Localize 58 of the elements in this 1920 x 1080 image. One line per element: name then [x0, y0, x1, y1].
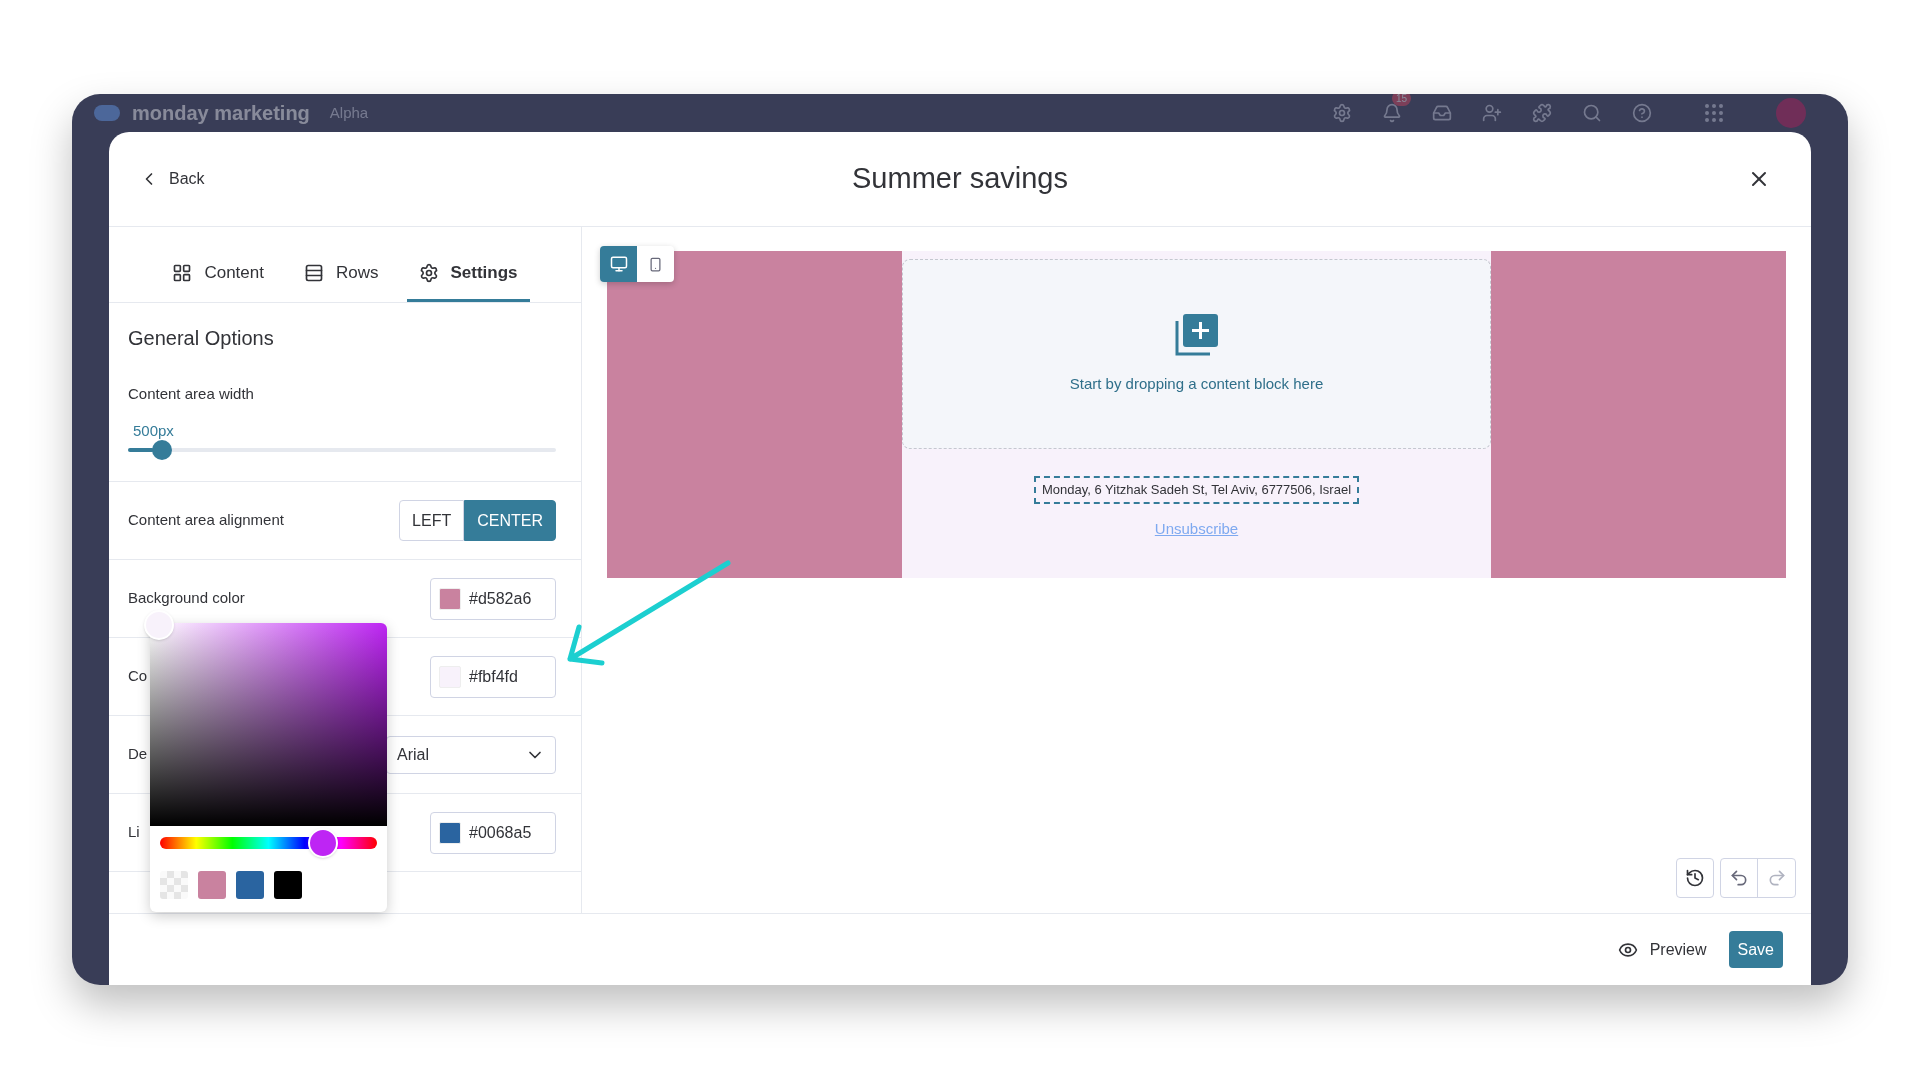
brand-name: monday marketing: [132, 101, 310, 126]
drop-hint: Start by dropping a content block here: [1069, 373, 1324, 394]
settings-icon: [418, 263, 439, 283]
setting-label: De: [128, 744, 148, 765]
preview-button[interactable]: Preview: [1613, 937, 1711, 962]
monitor-icon: [609, 255, 628, 273]
setting-label: Li: [128, 822, 140, 843]
color-value: #fbf4fd: [469, 666, 518, 687]
notification-badge: 15: [1392, 94, 1412, 106]
slider-thumb[interactable]: [152, 440, 173, 460]
hue-thumb[interactable]: [307, 828, 338, 858]
section-heading: General Options: [128, 326, 275, 351]
alignment-toggle[interactable]: CENTER: [464, 500, 556, 541]
color-swatch[interactable]: [236, 871, 264, 899]
width-slider[interactable]: [128, 440, 556, 460]
history-button[interactable]: [1676, 858, 1714, 898]
add-block-icon: [1173, 312, 1220, 357]
color-field[interactable]: #0068a5: [430, 811, 556, 854]
device-toggle[interactable]: [600, 246, 637, 282]
color-value: #0068a5: [469, 822, 532, 843]
color-field[interactable]: #fbf4fd: [430, 655, 556, 698]
drop-zone[interactable]: Start by dropping a content block here: [902, 259, 1491, 449]
color-swatch[interactable]: [274, 871, 302, 899]
bell-icon[interactable]: [1382, 103, 1402, 123]
tab[interactable]: Settings: [406, 244, 530, 302]
rows-icon: [304, 263, 324, 283]
hue-slider[interactable]: [160, 828, 377, 858]
puzzle-icon[interactable]: [1532, 103, 1552, 123]
history-icon: [1685, 868, 1705, 888]
phone-icon: [648, 256, 663, 272]
color-swatch[interactable]: [198, 871, 226, 899]
setting-label: Content area alignment: [128, 510, 284, 531]
save-button[interactable]: Save: [1728, 931, 1783, 968]
setting-label: Content area width: [128, 384, 255, 404]
brand-tag: Alpha: [329, 101, 369, 125]
saturation-area[interactable]: [150, 623, 387, 826]
tab[interactable]: Rows: [292, 244, 391, 302]
user-plus-icon[interactable]: [1482, 103, 1502, 123]
back-button[interactable]: Back: [139, 167, 205, 191]
slider-value: 500px: [133, 420, 175, 441]
transparent-swatch[interactable]: [160, 871, 188, 899]
modal-title: Summer savings: [852, 161, 1068, 197]
apps-grid-icon[interactable]: [1702, 101, 1726, 125]
tab[interactable]: Content: [160, 244, 276, 302]
color-value: #d582a6: [469, 588, 532, 609]
alignment-toggle[interactable]: LEFT: [399, 500, 465, 541]
help-icon[interactable]: [1632, 103, 1652, 123]
search-icon[interactable]: [1582, 103, 1602, 123]
logo-icon: [94, 105, 120, 121]
settings-icon[interactable]: [1332, 103, 1352, 123]
setting-label: Co: [128, 666, 148, 687]
address-text[interactable]: Monday, 6 Yitzhak Sadeh St, Tel Aviv, 6777506, Israel: [1033, 476, 1360, 504]
saturation-thumb[interactable]: [144, 610, 174, 640]
color-field[interactable]: #d582a6: [430, 577, 556, 620]
undo-icon: [1729, 868, 1749, 888]
grid-icon: [172, 263, 193, 283]
inbox-icon[interactable]: [1432, 103, 1452, 123]
setting-label: Background color: [128, 588, 245, 609]
